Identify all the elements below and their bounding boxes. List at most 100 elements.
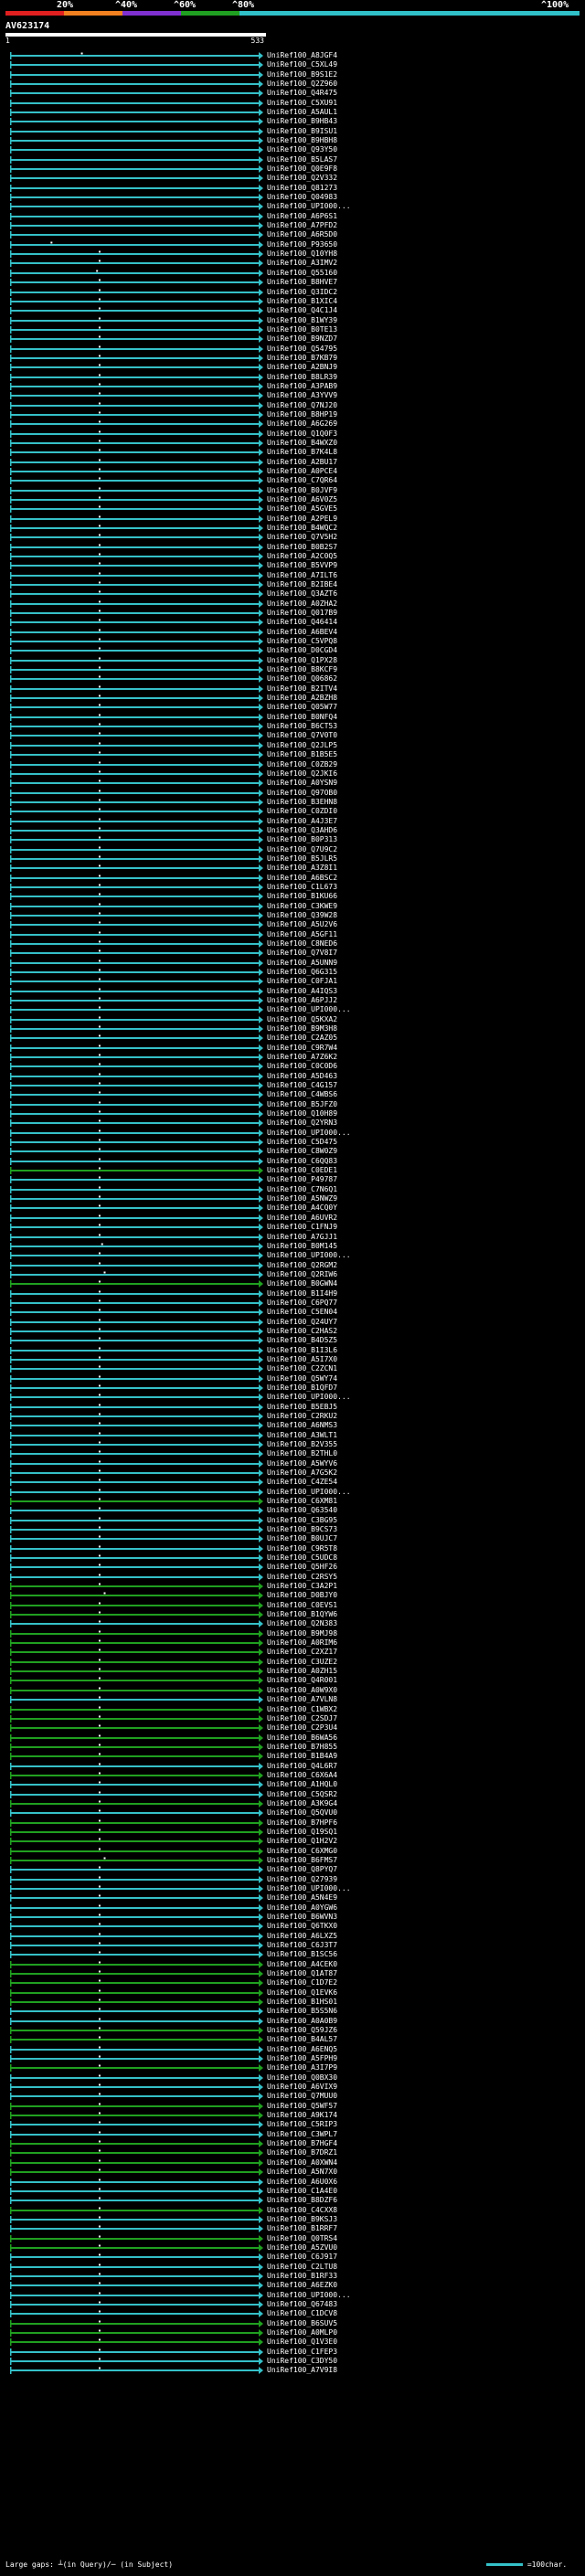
hit-row[interactable]: UniRef100_A6UVR2 [0,1214,585,1223]
hit-row[interactable]: UniRef100_Q63540 [0,1506,585,1515]
hit-row[interactable]: UniRef100_A4CQ0Y [0,1203,585,1213]
hit-name-link[interactable]: UniRef100_A0A0B9 [267,2017,337,2026]
hit-name-link[interactable]: UniRef100_Q4R001 [267,1676,337,1685]
hit-row[interactable]: UniRef100_Q2RIW6 [0,1270,585,1279]
hit-row[interactable]: UniRef100_A2C0Q5 [0,552,585,561]
hit-row[interactable]: UniRef100_Q4C1J4 [0,306,585,315]
hit-row[interactable]: UniRef100_B7KB79 [0,354,585,363]
hit-name-link[interactable]: UniRef100_B8HVE7 [267,278,337,287]
hit-row[interactable]: UniRef100_C4G157 [0,1081,585,1090]
hit-row[interactable]: UniRef100_C3DY50 [0,2357,585,2366]
hit-name-link[interactable]: UniRef100_C6PQ77 [267,1299,337,1308]
hit-name-link[interactable]: UniRef100_Q81273 [267,184,337,193]
hit-name-link[interactable]: UniRef100_C2AZ05 [267,1034,337,1043]
hit-row[interactable]: UniRef100_Q46414 [0,618,585,627]
hit-row[interactable]: UniRef100_C2RKU2 [0,1412,585,1421]
hit-row[interactable]: UniRef100_A0A0B9 [0,2017,585,2026]
hit-row[interactable]: UniRef100_B8KCF9 [0,665,585,674]
hit-name-link[interactable]: UniRef100_C3WPL7 [267,2130,337,2139]
hit-row[interactable]: UniRef100_B4AL57 [0,2035,585,2044]
hit-name-link[interactable]: UniRef100_Q59JZ6 [267,2026,337,2035]
hit-name-link[interactable]: UniRef100_B0UJC7 [267,1534,337,1543]
hit-row[interactable]: UniRef100_Q5KXA2 [0,1015,585,1024]
hit-row[interactable]: UniRef100_A0YSN9 [0,779,585,788]
hit-name-link[interactable]: UniRef100_Q2V332 [267,174,337,183]
hit-row[interactable]: UniRef100_Q5WF57 [0,2102,585,2111]
hit-name-link[interactable]: UniRef100_UPI000... [267,202,351,211]
hit-row[interactable]: UniRef100_Q7V0T0 [0,731,585,740]
hit-row[interactable]: UniRef100_B2IBE4 [0,580,585,589]
hit-name-link[interactable]: UniRef100_B1B4A9 [267,1752,337,1761]
hit-row[interactable]: UniRef100_Q2JLP5 [0,741,585,750]
hit-row[interactable]: UniRef100_A0XWN4 [0,2158,585,2168]
hit-row[interactable]: UniRef100_C5EN04 [0,1308,585,1317]
hit-row[interactable]: UniRef100_C5QSR2 [0,1790,585,1799]
hit-name-link[interactable]: UniRef100_A5N7X0 [267,2168,337,2177]
hit-row[interactable]: UniRef100_C2P3U4 [0,1723,585,1733]
hit-name-link[interactable]: UniRef100_D0BJY0 [267,1591,337,1600]
hit-name-link[interactable]: UniRef100_B8KCF9 [267,665,337,674]
hit-row[interactable]: UniRef100_A6PJJ2 [0,996,585,1005]
hit-name-link[interactable]: UniRef100_C5VPQ8 [267,637,337,646]
hit-row[interactable]: UniRef100_A2PEL9 [0,514,585,524]
hit-row[interactable]: UniRef100_C5XU91 [0,99,585,108]
hit-row[interactable]: UniRef100_A7GJJ1 [0,1233,585,1242]
hit-row[interactable]: UniRef100_C6XMG0 [0,1847,585,1856]
hit-name-link[interactable]: UniRef100_B6SUV5 [267,2319,337,2328]
hit-row[interactable]: UniRef100_C2RSY5 [0,1573,585,1582]
hit-name-link[interactable]: UniRef100_Q017B9 [267,609,337,618]
hit-row[interactable]: UniRef100_C3BG95 [0,1516,585,1525]
hit-row[interactable]: UniRef100_C0EVS1 [0,1601,585,1610]
hit-row[interactable]: UniRef100_B9NZD7 [0,334,585,344]
hit-name-link[interactable]: UniRef100_B5EBJ5 [267,1403,337,1412]
hit-name-link[interactable]: UniRef100_A3YVV9 [267,391,337,400]
hit-name-link[interactable]: UniRef100_B2THL0 [267,1449,337,1458]
hit-row[interactable]: UniRef100_D0CGD4 [0,646,585,655]
hit-row[interactable]: UniRef100_B6WA56 [0,1733,585,1743]
hit-row[interactable]: UniRef100_C2SDJ7 [0,1714,585,1723]
hit-name-link[interactable]: UniRef100_B1RF33 [267,2272,337,2281]
hit-row[interactable]: UniRef100_A6U0X6 [0,2178,585,2187]
hit-row[interactable]: UniRef100_B1XIC4 [0,297,585,306]
hit-name-link[interactable]: UniRef100_A5U2V6 [267,920,337,929]
hit-row[interactable]: UniRef100_C8NED6 [0,939,585,949]
hit-name-link[interactable]: UniRef100_B4AL57 [267,2035,337,2044]
hit-row[interactable]: UniRef100_A7PFD2 [0,221,585,230]
hit-name-link[interactable]: UniRef100_A0W9X0 [267,1686,337,1695]
hit-row[interactable]: UniRef100_Q5QVU0 [0,1808,585,1818]
hit-name-link[interactable]: UniRef100_C2HAS2 [267,1327,337,1336]
hit-name-link[interactable]: UniRef100_B1QFD7 [267,1383,337,1393]
hit-row[interactable]: UniRef100_A6R5D0 [0,230,585,239]
hit-row[interactable]: UniRef100_C4CXX8 [0,2206,585,2215]
hit-row[interactable]: UniRef100_Q1Q0F3 [0,429,585,439]
hit-row[interactable]: UniRef100_A6VIX9 [0,2083,585,2092]
hit-name-link[interactable]: UniRef100_B5JLR5 [267,854,337,864]
hit-row[interactable]: UniRef100_Q6G315 [0,968,585,977]
hit-row[interactable]: UniRef100_Q67483 [0,2300,585,2309]
hit-name-link[interactable]: UniRef100_Q1Q0F3 [267,429,337,439]
hit-name-link[interactable]: UniRef100_A1HQL0 [267,1780,337,1789]
hit-name-link[interactable]: UniRef100_B9S1E2 [267,70,337,80]
hit-row[interactable]: UniRef100_UPI000... [0,2291,585,2300]
hit-name-link[interactable]: UniRef100_A5GF11 [267,930,337,939]
hit-row[interactable]: UniRef100_Q1AT87 [0,1969,585,1978]
hit-name-link[interactable]: UniRef100_Q7V5H2 [267,533,337,542]
hit-row[interactable]: UniRef100_A6BEV4 [0,628,585,637]
hit-row[interactable]: UniRef100_B9HB43 [0,117,585,126]
hit-name-link[interactable]: UniRef100_C4ZE54 [267,1478,337,1487]
hit-row[interactable]: UniRef100_B9CS73 [0,1525,585,1534]
hit-name-link[interactable]: UniRef100_Q7MUU0 [267,2092,337,2101]
hit-row[interactable]: UniRef100_B5LAS7 [0,155,585,164]
hit-name-link[interactable]: UniRef100_A7ILT6 [267,571,337,580]
hit-name-link[interactable]: UniRef100_A6U0X6 [267,2178,337,2187]
hit-row[interactable]: UniRef100_B7HPF6 [0,1818,585,1828]
hit-row[interactable]: UniRef100_A0YGW6 [0,1903,585,1913]
hit-row[interactable]: UniRef100_B7K4L8 [0,448,585,457]
hit-row[interactable]: UniRef100_C0EDE1 [0,1166,585,1175]
hit-name-link[interactable]: UniRef100_B8HP19 [267,410,337,419]
hit-row[interactable]: UniRef100_C4ZE54 [0,1478,585,1487]
hit-name-link[interactable]: UniRef100_A5I7X0 [267,1355,337,1364]
hit-row[interactable]: UniRef100_A5I7X0 [0,1355,585,1364]
hit-row[interactable]: UniRef100_A7ILT6 [0,571,585,580]
hit-row[interactable]: UniRef100_A6EZK0 [0,2281,585,2290]
